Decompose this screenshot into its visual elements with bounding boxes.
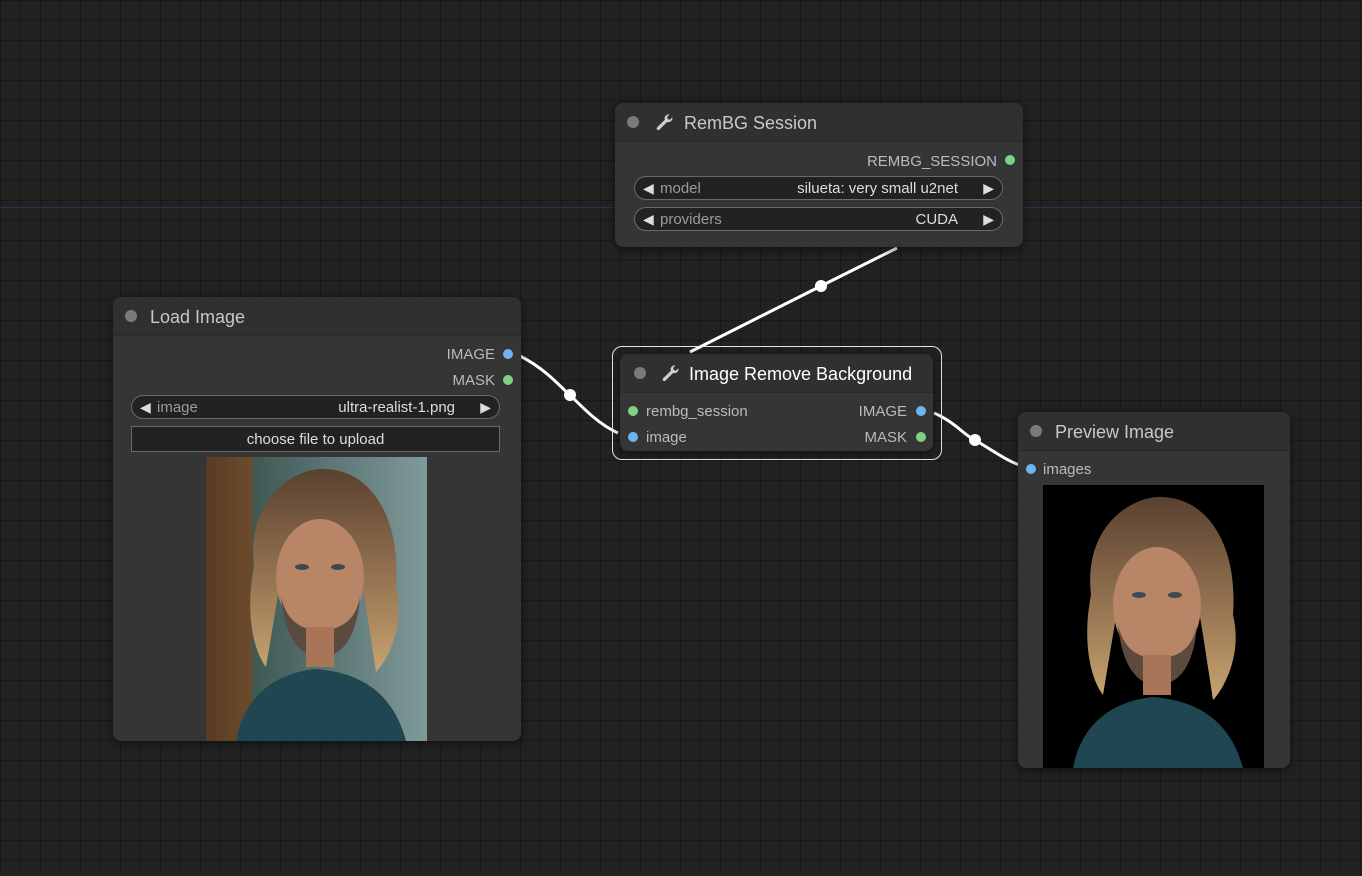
output-label-image: IMAGE bbox=[858, 403, 907, 420]
input-port-rembg-session[interactable] bbox=[628, 406, 638, 416]
choose-file-upload-button[interactable]: choose file to upload bbox=[131, 426, 500, 452]
wrench-icon bbox=[656, 114, 673, 131]
widget-label: image bbox=[157, 399, 198, 416]
node-image-remove-background[interactable]: Image Remove Background rembg_session im… bbox=[620, 354, 933, 451]
input-port-images[interactable] bbox=[1026, 464, 1036, 474]
node-title: Image Remove Background bbox=[689, 364, 913, 384]
node-collapse-dot-icon[interactable] bbox=[1030, 425, 1042, 437]
input-label-rembg-session: rembg_session bbox=[646, 403, 748, 420]
node-titlebar[interactable]: Load Image bbox=[113, 297, 521, 336]
output-port-rembg-session[interactable] bbox=[1005, 155, 1015, 165]
widget-model[interactable]: ◀ model silueta: very small u2net ▶ bbox=[634, 176, 1003, 200]
input-label-image: image bbox=[646, 429, 687, 446]
triangle-left-icon[interactable]: ◀ bbox=[643, 180, 654, 197]
input-label-images: images bbox=[1043, 461, 1092, 478]
widget-label: providers bbox=[660, 211, 722, 228]
image-preview-original bbox=[206, 457, 427, 741]
node-title: Load Image bbox=[150, 307, 246, 327]
node-title: Preview Image bbox=[1055, 422, 1175, 442]
output-port-mask[interactable] bbox=[503, 375, 513, 385]
output-port-image[interactable] bbox=[503, 349, 513, 359]
node-titlebar[interactable]: Preview Image bbox=[1018, 412, 1290, 451]
widget-value: silueta: very small u2net bbox=[797, 180, 958, 197]
widget-value: ultra-realist-1.png bbox=[338, 399, 455, 416]
node-collapse-dot-icon[interactable] bbox=[627, 116, 639, 128]
triangle-left-icon[interactable]: ◀ bbox=[643, 211, 654, 228]
triangle-right-icon[interactable]: ▶ bbox=[983, 211, 994, 228]
output-port-mask[interactable] bbox=[916, 432, 926, 442]
node-titlebar[interactable]: RemBG Session bbox=[615, 103, 1023, 142]
node-rembg-session[interactable]: RemBG Session REMBG_SESSION ◀ model silu… bbox=[615, 103, 1023, 247]
node-collapse-dot-icon[interactable] bbox=[634, 367, 646, 379]
node-preview-image[interactable]: Preview Image images bbox=[1018, 412, 1290, 768]
node-collapse-dot-icon[interactable] bbox=[125, 310, 137, 322]
link-image-to-rembg bbox=[519, 354, 619, 435]
output-label-rembg-session: REMBG_SESSION bbox=[866, 153, 997, 170]
widget-image[interactable]: ◀ image ultra-realist-1.png ▶ bbox=[131, 395, 500, 419]
link-rembg-midpoint bbox=[969, 434, 981, 446]
widget-providers[interactable]: ◀ providers CUDA ▶ bbox=[634, 207, 1003, 231]
output-label-mask: MASK bbox=[452, 372, 495, 389]
triangle-right-icon[interactable]: ▶ bbox=[480, 399, 491, 416]
node-load-image[interactable]: Load Image IMAGE MASK ◀ image ultra-real… bbox=[113, 297, 521, 741]
link-session-midpoint bbox=[815, 280, 827, 292]
triangle-right-icon[interactable]: ▶ bbox=[983, 180, 994, 197]
link-image-midpoint bbox=[564, 389, 576, 401]
triangle-left-icon[interactable]: ◀ bbox=[140, 399, 151, 416]
wrench-icon bbox=[662, 365, 679, 382]
link-session-to-rembg bbox=[689, 246, 898, 354]
image-preview-result bbox=[1043, 485, 1264, 768]
widget-value: CUDA bbox=[915, 211, 958, 228]
output-label-image: IMAGE bbox=[446, 346, 495, 363]
input-port-image[interactable] bbox=[628, 432, 638, 442]
output-label-mask: MASK bbox=[864, 429, 907, 446]
widget-label: model bbox=[660, 180, 701, 197]
link-rembg-to-preview bbox=[933, 411, 1023, 468]
node-titlebar[interactable]: Image Remove Background bbox=[620, 354, 933, 393]
output-port-image[interactable] bbox=[916, 406, 926, 416]
node-title: RemBG Session bbox=[684, 113, 818, 133]
